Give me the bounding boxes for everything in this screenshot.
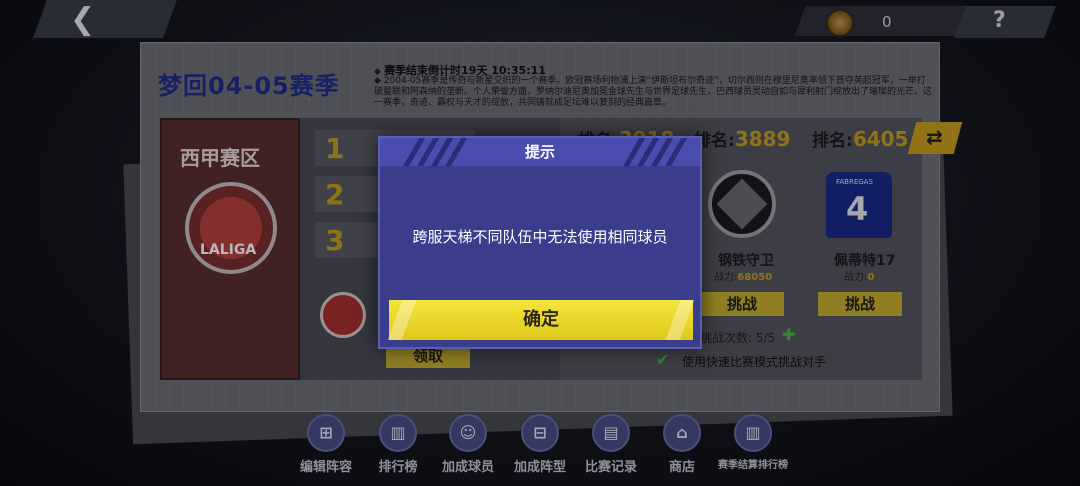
dialog-message: 跨服天梯不同队伍中无法使用相同球员	[412, 228, 668, 246]
confirm-button[interactable]: 确定	[389, 300, 693, 340]
dialog-title: 提示	[524, 143, 555, 161]
dialog-header: 提示	[380, 138, 700, 166]
alert-dialog: 提示 跨服天梯不同队伍中无法使用相同球员 确定	[378, 136, 702, 349]
